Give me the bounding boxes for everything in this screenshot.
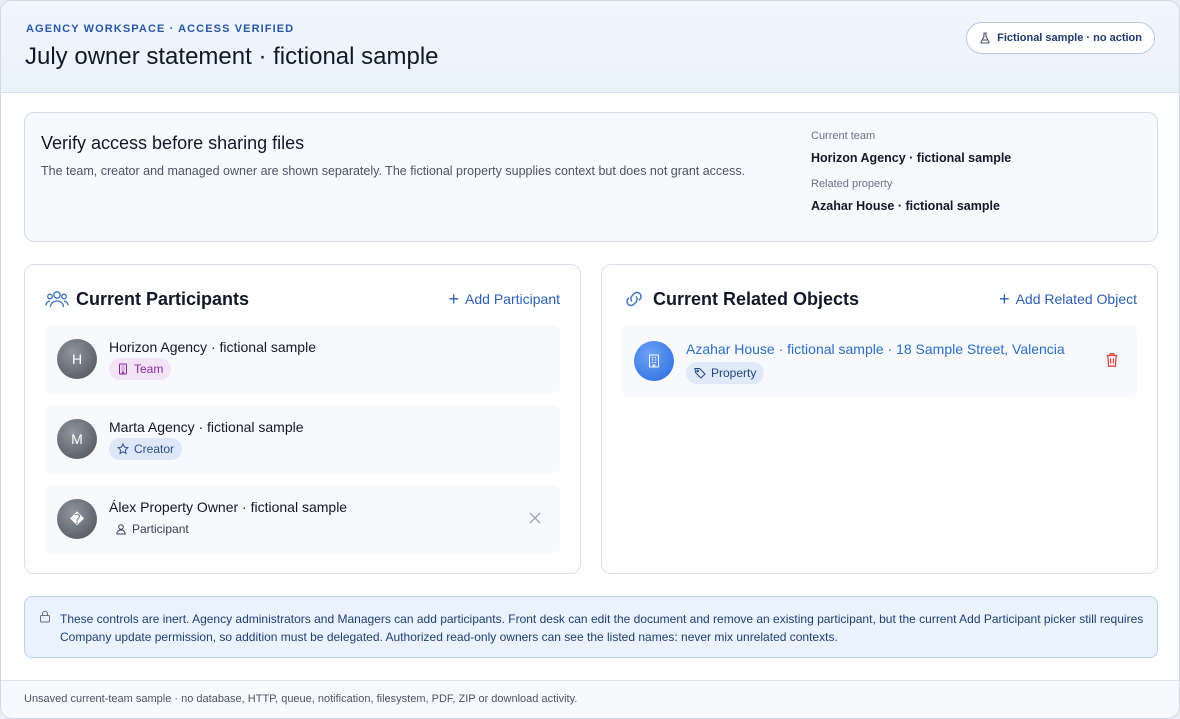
- related-objects-panel: Current Related Objects + Add Related Ob…: [601, 264, 1158, 574]
- participant-row: � Álex Property Owner · fictional sample…: [45, 485, 560, 553]
- building-icon: [119, 363, 127, 375]
- add-related-object-label: Add Related Object: [1015, 291, 1137, 307]
- participant-row: H Horizon Agency · fictional sample Team: [45, 325, 560, 393]
- tag-icon: [694, 368, 706, 379]
- related-object-row: Azahar House · fictional sample · 18 Sam…: [622, 325, 1137, 397]
- avatar: H: [57, 339, 97, 379]
- trash-icon[interactable]: [1105, 352, 1119, 368]
- verify-title: Verify access before sharing files: [41, 133, 305, 153]
- avatar: M: [57, 419, 97, 459]
- related-property-label: Related property: [811, 178, 893, 190]
- participants-panel: Current Participants + Add Participant H…: [24, 264, 581, 574]
- role-badge-team: Team: [109, 358, 172, 380]
- building-icon: [634, 341, 674, 381]
- participants-title: Current Participants: [76, 289, 250, 309]
- user-icon: [116, 524, 126, 535]
- flask-icon: [980, 32, 990, 44]
- workspace-eyebrow: AGENCY WORKSPACE · ACCESS VERIFIED: [26, 23, 295, 35]
- users-icon: [45, 291, 69, 308]
- page-title: July owner statement · fictional sample: [25, 43, 439, 70]
- role-label: Creator: [134, 442, 175, 456]
- participant-row: M Marta Agency · fictional sample Creato…: [45, 405, 560, 473]
- link-icon: [626, 291, 642, 307]
- close-icon[interactable]: [528, 511, 542, 525]
- type-label: Property: [711, 366, 757, 380]
- star-icon: [117, 443, 129, 455]
- current-team-label: Current team: [811, 130, 876, 142]
- related-objects-title: Current Related Objects: [653, 289, 860, 309]
- plus-icon: +: [448, 289, 460, 309]
- footer-text: Unsaved current-team sample · no databas…: [24, 693, 578, 705]
- sample-badge-label: Fictional sample · no action: [997, 32, 1142, 44]
- verify-access-card: Verify access before sharing files The t…: [24, 112, 1158, 242]
- participant-name: Marta Agency · fictional sample: [109, 419, 304, 435]
- role-label: Participant: [132, 522, 189, 536]
- page-footer: Unsaved current-team sample · no databas…: [1, 680, 1179, 718]
- verify-description: The team, creator and managed owner are …: [41, 164, 746, 178]
- app-window: AGENCY WORKSPACE · ACCESS VERIFIED July …: [0, 0, 1180, 719]
- role-badge-creator: Creator: [109, 438, 183, 460]
- type-badge-property: Property: [686, 362, 765, 384]
- related-object-link[interactable]: Azahar House · fictional sample · 18 Sam…: [686, 341, 1065, 357]
- plus-icon: +: [999, 289, 1010, 309]
- role-label: Team: [134, 362, 164, 376]
- sample-badge: Fictional sample · no action: [966, 22, 1155, 54]
- add-related-object-button[interactable]: + Add Related Object: [999, 289, 1137, 309]
- participant-name: Horizon Agency · fictional sample: [109, 339, 316, 355]
- current-team-value: Horizon Agency · fictional sample: [811, 151, 1012, 165]
- add-participant-button[interactable]: + Add Participant: [448, 289, 560, 309]
- add-participant-label: Add Participant: [465, 291, 560, 307]
- lock-icon: [40, 610, 50, 623]
- permissions-notice: These controls are inert. Agency adminis…: [24, 596, 1158, 658]
- page-header: AGENCY WORKSPACE · ACCESS VERIFIED July …: [1, 1, 1179, 93]
- notice-text: These controls are inert. Agency adminis…: [60, 612, 1144, 644]
- participant-name: Álex Property Owner · fictional sample: [109, 499, 348, 515]
- role-badge-participant: Participant: [109, 518, 197, 540]
- related-property-value: Azahar House · fictional sample: [811, 199, 1000, 213]
- avatar: �: [57, 499, 97, 539]
